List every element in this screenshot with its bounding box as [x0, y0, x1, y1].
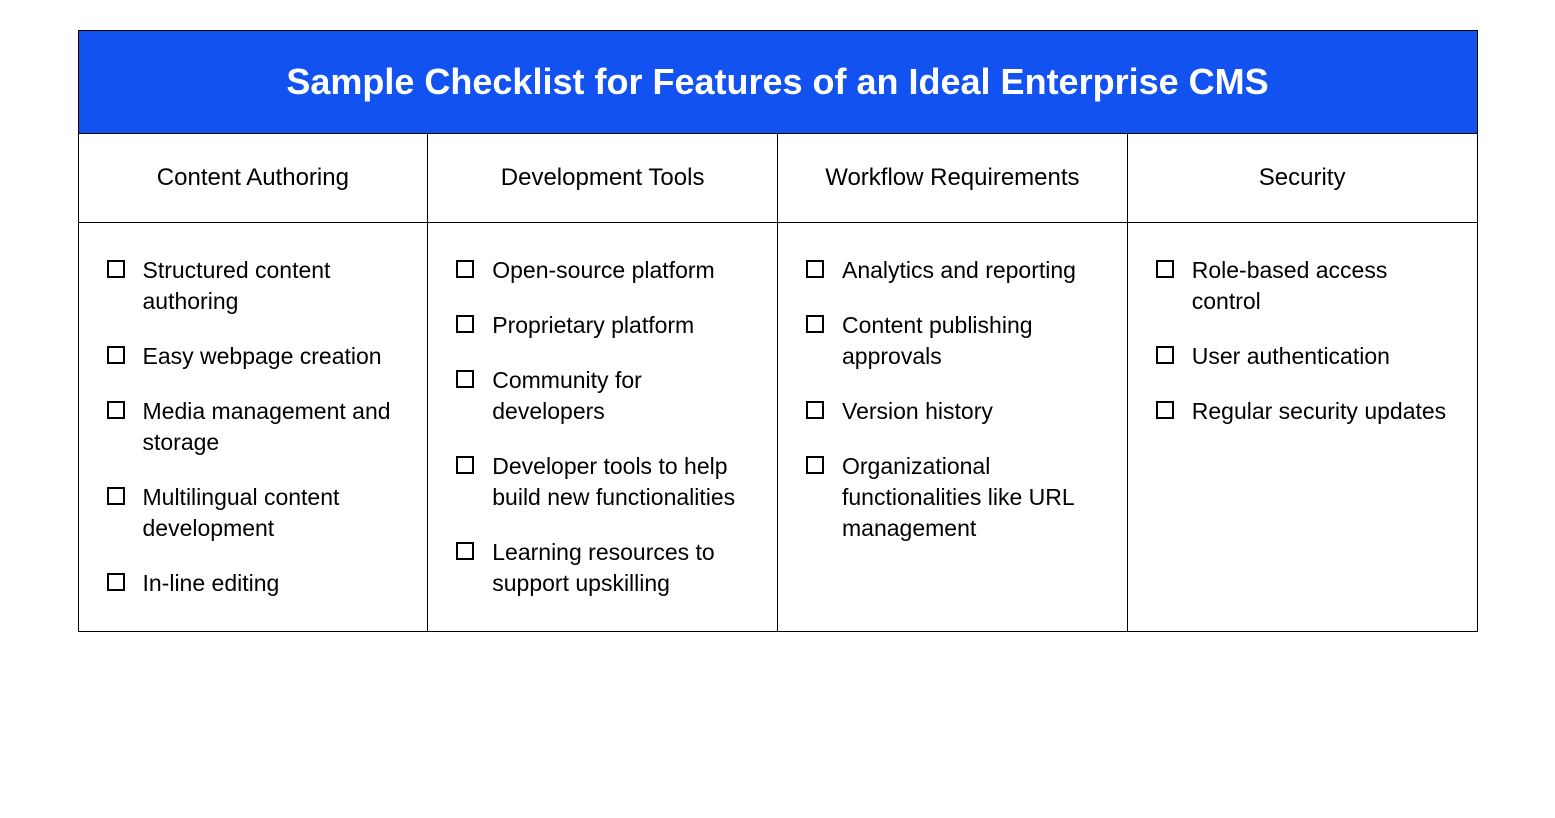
check-label: Role-based access control — [1192, 255, 1449, 317]
check-item: Media management and storage — [107, 396, 400, 458]
check-item: Structured content authoring — [107, 255, 400, 317]
checkbox-icon[interactable] — [806, 456, 824, 474]
check-label: Open-source platform — [492, 255, 749, 286]
checkbox-icon[interactable] — [107, 401, 125, 419]
check-label: Content publishing approvals — [842, 310, 1099, 372]
check-label: Learning resources to support upskilling — [492, 537, 749, 599]
check-label: Developer tools to help build new functi… — [492, 451, 749, 513]
column-body-content-authoring: Structured content authoring Easy webpag… — [79, 223, 429, 631]
check-item: Organizational functionalities like URL … — [806, 451, 1099, 544]
checkbox-icon[interactable] — [806, 260, 824, 278]
check-label: Media management and storage — [143, 396, 400, 458]
check-item: Version history — [806, 396, 1099, 427]
table-title: Sample Checklist for Features of an Idea… — [79, 31, 1477, 134]
checkbox-icon[interactable] — [456, 370, 474, 388]
check-item: Content publishing approvals — [806, 310, 1099, 372]
column-body-development-tools: Open-source platform Proprietary platfor… — [428, 223, 778, 631]
check-label: Multilingual content development — [143, 482, 400, 544]
column-header-workflow-requirements: Workflow Requirements — [778, 134, 1128, 222]
check-item: Developer tools to help build new functi… — [456, 451, 749, 513]
checkbox-icon[interactable] — [806, 315, 824, 333]
checklist-table: Sample Checklist for Features of an Idea… — [78, 30, 1478, 632]
check-label: User authentication — [1192, 341, 1449, 372]
checkbox-icon[interactable] — [1156, 260, 1174, 278]
check-label: Version history — [842, 396, 1099, 427]
column-headers-row: Content Authoring Development Tools Work… — [79, 134, 1477, 223]
checkbox-icon[interactable] — [456, 542, 474, 560]
check-item: Role-based access control — [1156, 255, 1449, 317]
check-item: Regular security updates — [1156, 396, 1449, 427]
check-label: In-line editing — [143, 568, 400, 599]
check-label: Organizational functionalities like URL … — [842, 451, 1099, 544]
check-label: Analytics and reporting — [842, 255, 1099, 286]
table-body-row: Structured content authoring Easy webpag… — [79, 223, 1477, 631]
checkbox-icon[interactable] — [456, 456, 474, 474]
check-item: In-line editing — [107, 568, 400, 599]
checkbox-icon[interactable] — [107, 573, 125, 591]
column-header-security: Security — [1128, 134, 1477, 222]
check-label: Community for developers — [492, 365, 749, 427]
check-label: Proprietary platform — [492, 310, 749, 341]
column-body-workflow-requirements: Analytics and reporting Content publishi… — [778, 223, 1128, 631]
checkbox-icon[interactable] — [107, 487, 125, 505]
check-item: Proprietary platform — [456, 310, 749, 341]
check-item: Easy webpage creation — [107, 341, 400, 372]
checkbox-icon[interactable] — [1156, 346, 1174, 364]
column-body-security: Role-based access control User authentic… — [1128, 223, 1477, 631]
check-item: Community for developers — [456, 365, 749, 427]
check-label: Regular security updates — [1192, 396, 1449, 427]
check-item: Multilingual content development — [107, 482, 400, 544]
checkbox-icon[interactable] — [456, 315, 474, 333]
check-item: User authentication — [1156, 341, 1449, 372]
checkbox-icon[interactable] — [1156, 401, 1174, 419]
check-label: Easy webpage creation — [143, 341, 400, 372]
check-item: Learning resources to support upskilling — [456, 537, 749, 599]
check-label: Structured content authoring — [143, 255, 400, 317]
check-item: Analytics and reporting — [806, 255, 1099, 286]
check-item: Open-source platform — [456, 255, 749, 286]
checkbox-icon[interactable] — [456, 260, 474, 278]
checkbox-icon[interactable] — [806, 401, 824, 419]
column-header-development-tools: Development Tools — [428, 134, 778, 222]
checkbox-icon[interactable] — [107, 346, 125, 364]
checkbox-icon[interactable] — [107, 260, 125, 278]
column-header-content-authoring: Content Authoring — [79, 134, 429, 222]
